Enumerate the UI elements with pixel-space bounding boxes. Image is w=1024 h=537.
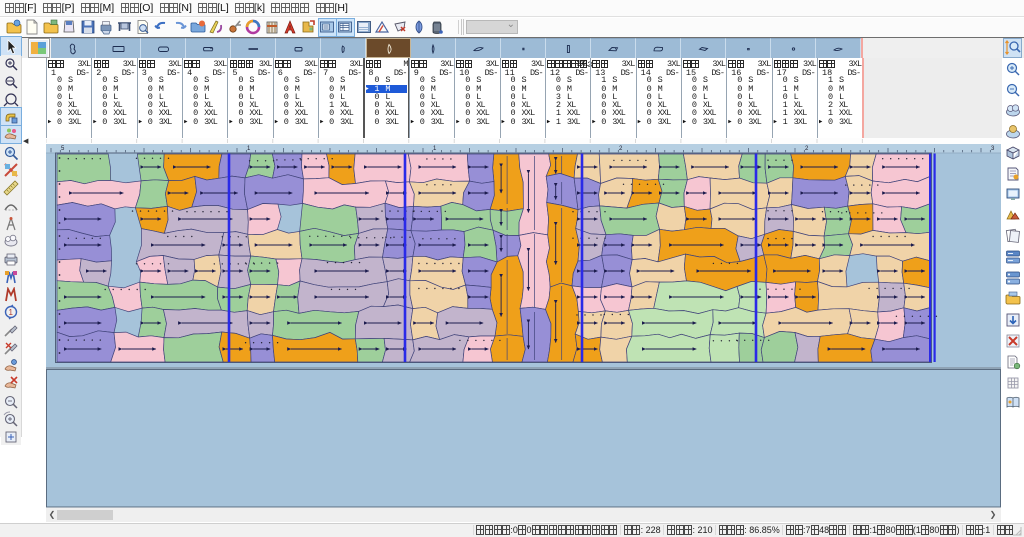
svg-text:1: 1	[9, 308, 14, 317]
